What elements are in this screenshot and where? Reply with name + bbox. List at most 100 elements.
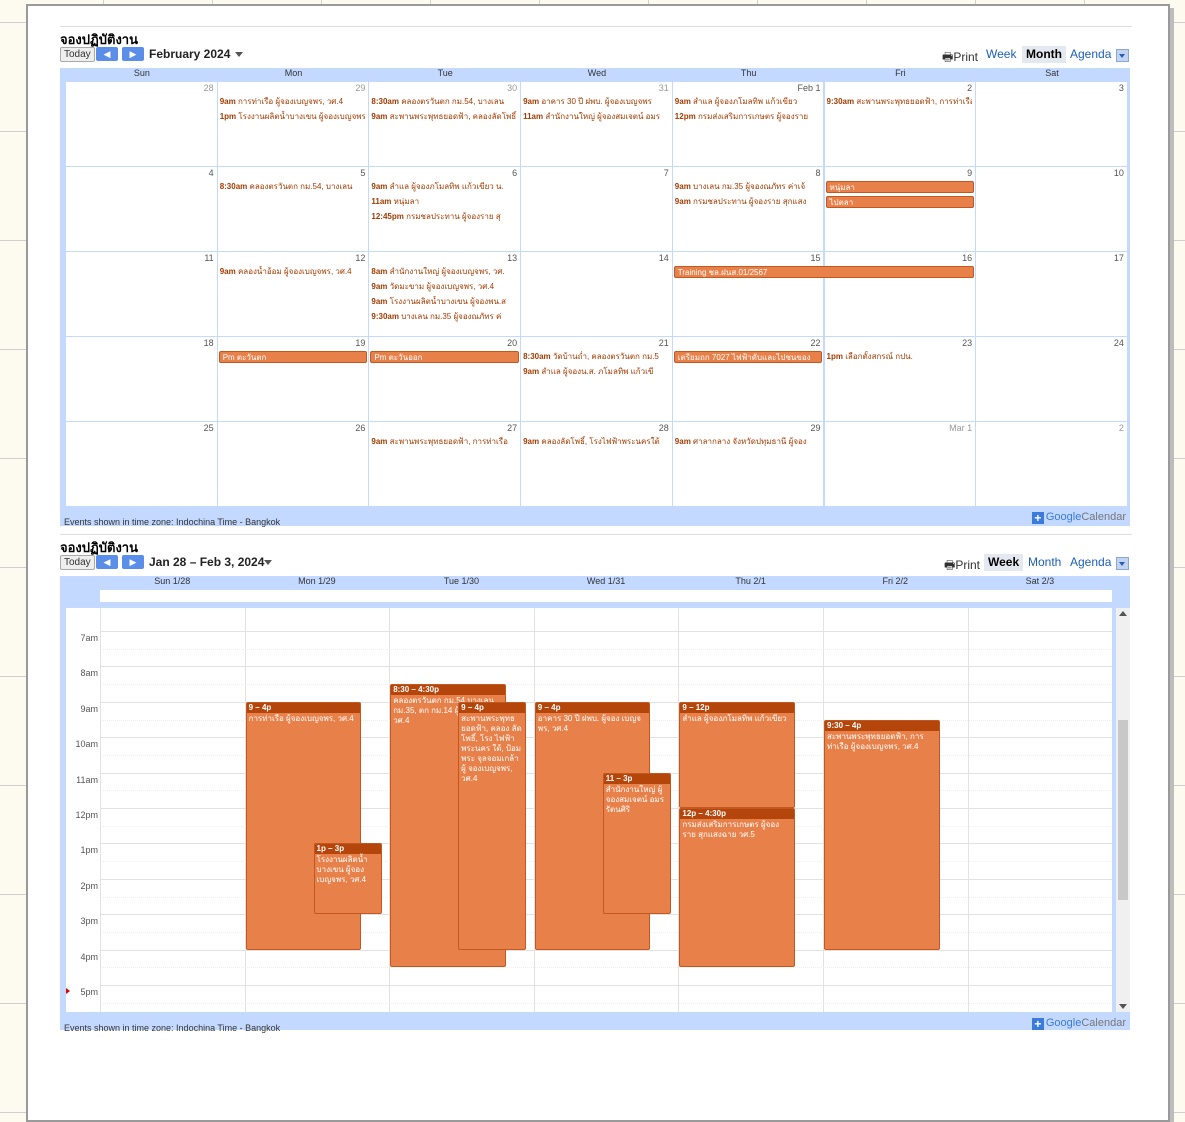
- day-cell[interactable]: Mar 1: [824, 422, 976, 506]
- print-button[interactable]: 🖶Print: [944, 556, 980, 577]
- tab-month[interactable]: Month: [1024, 554, 1065, 571]
- month-event[interactable]: 9am คลองลัดโพธิ์, โรงไฟฟ้าพระนครใต้: [523, 436, 669, 447]
- multi-day-event[interactable]: Training ชล.ฝนส.01/2567: [673, 266, 975, 278]
- prev-button[interactable]: ◀: [96, 47, 118, 61]
- month-event[interactable]: 9am บางเลน กม.35 ผู้จองณภัทร ค่าเจ้: [675, 181, 821, 192]
- day-cell[interactable]: 9: [824, 167, 976, 251]
- day-cell[interactable]: 11: [66, 252, 217, 336]
- day-number[interactable]: 4: [209, 168, 214, 178]
- day-cell[interactable]: 20: [369, 337, 521, 421]
- day-cell[interactable]: 4: [66, 167, 217, 251]
- day-cell[interactable]: 16: [824, 252, 976, 336]
- multi-day-event[interactable]: เตรียมถก 7027 ไฟฟ้าดับและไปชนของ: [673, 351, 823, 363]
- day-cell[interactable]: 22: [672, 337, 824, 421]
- scroll-thumb[interactable]: [1118, 720, 1128, 900]
- day-number[interactable]: 24: [1114, 338, 1124, 348]
- day-number[interactable]: 10: [1114, 168, 1124, 178]
- day-cell[interactable]: 5: [217, 167, 369, 251]
- tab-month[interactable]: Month: [1022, 46, 1066, 63]
- day-number[interactable]: 19: [355, 338, 365, 348]
- day-cell[interactable]: 13: [369, 252, 521, 336]
- day-cell[interactable]: 2: [824, 82, 976, 166]
- month-event[interactable]: 9am สะพานพระพุทธยอดฟ้า, การท่าเรือ: [371, 436, 517, 447]
- print-button[interactable]: 🖶Print: [942, 48, 978, 69]
- day-number[interactable]: 6: [512, 168, 517, 178]
- day-cell[interactable]: 17: [976, 252, 1127, 336]
- day-cell[interactable]: 29: [672, 422, 824, 506]
- time-grid[interactable]: 7am 8am 9am 10am 11am 12pm 1pm 2pm 3pm 4pm 5pm 9 – …: [66, 608, 1112, 1012]
- day-number[interactable]: 8: [815, 168, 820, 178]
- month-event[interactable]: 1pm โรงงานผลิตน้ำบางเขน ผู้จองเบญจพร: [220, 111, 366, 122]
- month-event[interactable]: 9:30am บางเลน กม.35 ผู้จองณภัทร ค่: [371, 311, 517, 322]
- day-number[interactable]: 27: [507, 423, 517, 433]
- month-event[interactable]: 9am สำแล ผู้จองภโมลทิพ แก้วเขียว น.: [371, 181, 517, 192]
- month-event[interactable]: 9am สำแล ผู้จองน.ส. ภโมลทิพ แก้วเขี: [523, 366, 669, 377]
- week-event[interactable]: 12p – 4:30p กรมส่งเสริมการเกษตร ผู้จองราย…: [679, 808, 796, 968]
- day-number[interactable]: 11: [204, 253, 213, 263]
- day-number[interactable]: 25: [204, 423, 214, 433]
- week-event[interactable]: 1p – 3p โรงงานผลิตน้ำ บางเขน ผู้จอง เบญจพ…: [313, 843, 382, 915]
- month-event[interactable]: 11am หนุ่มลา: [371, 196, 517, 207]
- multi-day-event[interactable]: Pm ตะวันออก: [370, 351, 520, 363]
- day-cell[interactable]: 26: [217, 422, 369, 506]
- today-button[interactable]: Today: [60, 555, 95, 570]
- day-number[interactable]: 22: [810, 338, 820, 348]
- day-number[interactable]: 29: [355, 83, 365, 93]
- day-number[interactable]: 3: [1119, 83, 1124, 93]
- tab-week[interactable]: Week: [984, 554, 1024, 571]
- day-number[interactable]: 20: [507, 338, 517, 348]
- day-number[interactable]: 18: [204, 338, 214, 348]
- month-event[interactable]: 9am อาคาร 30 ปี ฝพบ. ผู้จองเบญจพร: [523, 96, 669, 107]
- day-cell[interactable]: Feb 1: [672, 82, 824, 166]
- day-cell[interactable]: 7: [521, 167, 672, 251]
- day-number[interactable]: 2: [1119, 423, 1124, 433]
- day-number[interactable]: Mar 1: [949, 423, 972, 433]
- day-number[interactable]: Feb 1: [797, 83, 820, 93]
- next-button[interactable]: ▶: [122, 47, 144, 61]
- day-cell[interactable]: 30: [369, 82, 521, 166]
- week-event[interactable]: 9 – 4p สะพานพระพุทธ ยอดฟ้า, คลอง ลัดโพธิ์…: [458, 701, 527, 950]
- day-number[interactable]: 26: [355, 423, 365, 433]
- google-calendar-logo[interactable]: + GoogleCalendar: [1031, 511, 1126, 524]
- prev-button[interactable]: ◀: [96, 555, 118, 569]
- week-event[interactable]: 11 – 3p สำนักงานใหญ่ ผู้ จองสมเจตน์ อมร ร…: [602, 772, 671, 915]
- scroll-up-icon[interactable]: [1119, 611, 1127, 616]
- month-event[interactable]: 9:30am สะพานพระพุทธยอดฟ้า, การท่าเรือ: [827, 96, 973, 107]
- day-number[interactable]: 31: [659, 83, 669, 93]
- scroll-down-icon[interactable]: [1119, 1004, 1127, 1009]
- month-event[interactable]: 8:30am วัดบ้านถ่ำ, คลองตรวันตก กม.5: [523, 351, 669, 362]
- day-number[interactable]: 13: [507, 253, 517, 263]
- day-number[interactable]: 14: [659, 253, 669, 263]
- tab-week[interactable]: Week: [982, 46, 1020, 63]
- view-menu-icon[interactable]: [1116, 49, 1129, 62]
- day-cell[interactable]: 23: [824, 337, 976, 421]
- day-number[interactable]: 17: [1114, 253, 1124, 263]
- day-cell[interactable]: 8: [672, 167, 824, 251]
- month-event[interactable]: 11am สำนักงานใหญ่ ผู้จองสมเจตน์ อมร: [523, 111, 669, 122]
- multi-day-event[interactable]: หนุ่มลา: [825, 181, 975, 193]
- day-cell[interactable]: 27: [369, 422, 521, 506]
- tab-agenda[interactable]: Agenda: [1066, 46, 1115, 63]
- day-number[interactable]: 28: [659, 423, 669, 433]
- month-event[interactable]: 9am ศาลากลาง จังหวัดปทุมธานี ผู้จอง: [675, 436, 821, 447]
- day-number[interactable]: 12: [355, 253, 365, 263]
- day-number[interactable]: 23: [962, 338, 972, 348]
- day-number[interactable]: 15: [810, 253, 820, 263]
- multi-day-event[interactable]: ไปตลา: [825, 196, 975, 208]
- day-cell[interactable]: 15: [672, 252, 824, 336]
- scrollbar[interactable]: [1116, 608, 1130, 1012]
- month-event[interactable]: 9am สะพานพระพุทธยอดฟ้า, คลองลัดโพธิ์: [371, 111, 517, 122]
- day-number[interactable]: 30: [507, 83, 517, 93]
- date-range-dropdown-icon[interactable]: [264, 560, 272, 565]
- month-event[interactable]: 8:30am คลองตรวันตก กม.54, บางเลน: [371, 96, 517, 107]
- day-cell[interactable]: 28: [66, 82, 217, 166]
- month-event[interactable]: 12pm กรมส่งเสริมการเกษตร ผู้จองราย: [675, 111, 821, 122]
- month-event[interactable]: 8:30am คลองตรวันตก กม.54, บางเลน: [220, 181, 366, 192]
- next-button[interactable]: ▶: [122, 555, 144, 569]
- day-number[interactable]: 9: [967, 168, 972, 178]
- day-cell[interactable]: 31: [521, 82, 672, 166]
- day-cell[interactable]: 14: [521, 252, 672, 336]
- day-number[interactable]: 29: [810, 423, 820, 433]
- tab-agenda[interactable]: Agenda: [1066, 554, 1115, 571]
- day-cell[interactable]: 18: [66, 337, 217, 421]
